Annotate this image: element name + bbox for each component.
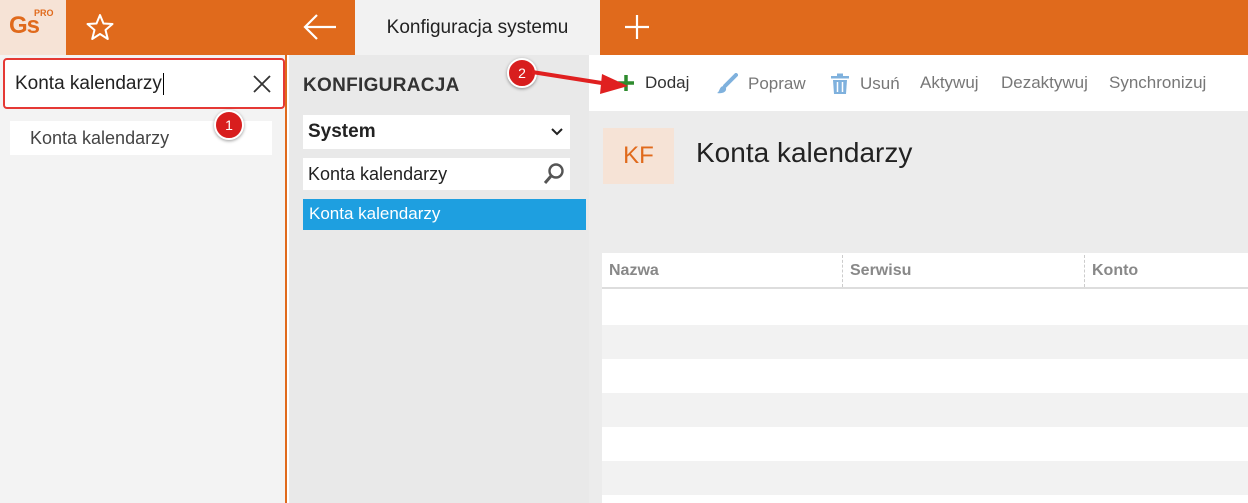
deactivate-label: Dezaktywuj	[1001, 73, 1088, 92]
left-panel: Konta kalendarzy Konta kalendarzy	[0, 55, 287, 503]
column-separator[interactable]	[842, 255, 843, 287]
module-icon: KF	[603, 128, 674, 184]
favorites-star-icon[interactable]	[84, 11, 116, 43]
column-header-konto[interactable]: Konto	[1092, 262, 1138, 280]
clear-search-icon[interactable]	[251, 73, 273, 95]
column-header-nazwa[interactable]: Nazwa	[609, 262, 659, 280]
module-select-value: System	[308, 121, 376, 142]
logo-suffix: PRO	[34, 8, 54, 18]
menu-search-value: Konta kalendarzy	[15, 73, 164, 95]
deactivate-button[interactable]: Dezaktywuj	[1001, 73, 1088, 93]
back-arrow-icon[interactable]	[300, 10, 340, 44]
annotation-arrow	[531, 70, 628, 94]
config-nav-panel: KONFIGURACJA System Konta kalendarzy Kon…	[289, 55, 589, 503]
column-separator[interactable]	[1084, 255, 1085, 287]
table-row	[602, 461, 1248, 495]
page-title: Konta kalendarzy	[696, 137, 913, 168]
delete-button[interactable]: Usuń	[830, 73, 900, 95]
brush-icon	[717, 73, 738, 94]
synchronize-label: Synchronizuj	[1109, 73, 1207, 92]
activate-button[interactable]: Aktywuj	[920, 73, 979, 93]
new-tab-plus-icon[interactable]	[622, 12, 652, 42]
top-bar: Gs PRO Konfiguracja systemu	[0, 0, 1248, 55]
chevron-down-icon	[551, 128, 563, 136]
config-search-value: Konta kalendarzy	[308, 164, 448, 184]
trash-icon	[831, 73, 849, 94]
config-search-input[interactable]: Konta kalendarzy	[303, 158, 570, 190]
table-row	[602, 427, 1248, 461]
config-item-konta-kalendarzy[interactable]: Konta kalendarzy	[303, 199, 586, 230]
menu-search-text: Konta kalendarzy	[15, 73, 162, 95]
synchronize-button[interactable]: Synchronizuj	[1109, 73, 1206, 93]
tab-label: Konfiguracja systemu	[386, 16, 569, 38]
column-header-serwisu[interactable]: Serwisu	[850, 262, 911, 280]
toolbar: Dodaj Popraw Usuń Aktywuj Dezaktywuj Syn…	[589, 55, 1248, 111]
data-grid: Nazwa Serwisu Konto	[602, 253, 1248, 503]
text-caret	[162, 73, 164, 95]
annotation-badge-1: 1	[214, 110, 244, 140]
tab-konfiguracja-systemu[interactable]: Konfiguracja systemu	[355, 0, 600, 55]
app-logo[interactable]: Gs PRO	[0, 0, 66, 55]
config-title: KONFIGURACJA	[303, 75, 460, 96]
main-content: KF Konta kalendarzy Nazwa Serwisu Konto	[589, 111, 1248, 503]
search-icon[interactable]	[542, 162, 566, 186]
table-row	[602, 393, 1248, 427]
table-row	[602, 359, 1248, 393]
activate-label: Aktywuj	[920, 73, 979, 92]
table-row	[602, 325, 1248, 359]
delete-label: Usuń	[860, 74, 900, 93]
table-row	[602, 291, 1248, 325]
menu-search-input[interactable]: Konta kalendarzy	[3, 58, 285, 109]
grid-header: Nazwa Serwisu Konto	[602, 253, 1248, 289]
add-label: Dodaj	[645, 73, 690, 92]
edit-label: Popraw	[748, 74, 806, 93]
module-select[interactable]: System	[303, 115, 570, 149]
edit-button[interactable]: Popraw	[716, 73, 806, 95]
